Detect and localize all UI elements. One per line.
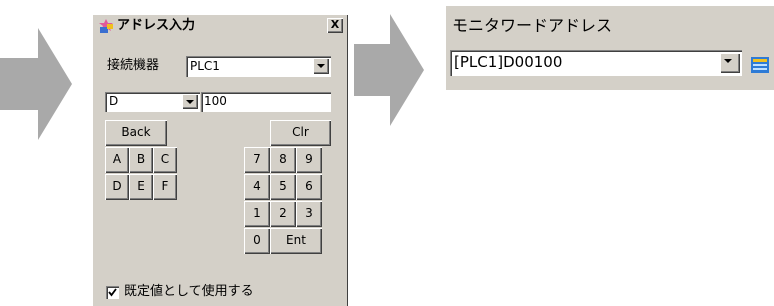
device-label: 接続機器 [107,58,160,73]
app-icon [99,19,113,33]
right-arrow-icon [354,14,424,126]
key-4[interactable]: 4 [244,174,270,200]
key-3[interactable]: 3 [296,201,322,227]
key-b[interactable]: B [129,147,153,173]
address-value-text: 100 [204,94,227,108]
key-7[interactable]: 7 [244,147,270,173]
checkmark-icon [108,288,117,297]
monitor-icon [748,53,772,77]
close-button[interactable]: X [327,18,343,33]
address-input-dialog: アドレス入力 X 接続機器 PLC1 D 100 Back Clr A B C … [92,14,348,306]
address-type-select[interactable]: D [105,92,200,112]
address-type-value: D [109,94,119,108]
right-arrow-icon [0,28,72,140]
clear-key[interactable]: Clr [270,120,331,146]
default-checkbox-label: 既定値として使用する [124,284,254,299]
device-select[interactable]: PLC1 [186,56,331,77]
default-checkbox[interactable] [106,286,119,299]
chevron-down-icon[interactable] [313,58,329,74]
chevron-down-icon[interactable] [720,53,740,73]
key-a[interactable]: A [105,147,129,173]
monitor-address-value: [PLC1]D00100 [454,53,563,71]
key-0[interactable]: 0 [244,228,270,254]
key-f[interactable]: F [153,174,177,200]
device-value: PLC1 [190,59,220,73]
monitor-address-panel: モニタワードアドレス [PLC1]D00100 [446,6,774,90]
address-value-input[interactable]: 100 [201,92,331,112]
dialog-title: アドレス入力 [117,18,196,33]
key-2[interactable]: 2 [270,201,296,227]
key-d[interactable]: D [105,174,129,200]
key-5[interactable]: 5 [270,174,296,200]
monitor-address-select[interactable]: [PLC1]D00100 [450,50,742,76]
chevron-down-icon[interactable] [182,94,198,109]
key-1[interactable]: 1 [244,201,270,227]
back-key[interactable]: Back [105,120,167,146]
monitor-button[interactable] [746,51,774,79]
key-e[interactable]: E [129,174,153,200]
enter-key[interactable]: Ent [270,228,322,254]
key-c[interactable]: C [153,147,177,173]
key-6[interactable]: 6 [296,174,322,200]
key-9[interactable]: 9 [296,147,322,173]
key-8[interactable]: 8 [270,147,296,173]
close-icon: X [330,18,340,31]
monitor-address-label: モニタワードアドレス [452,16,613,35]
title-bar: アドレス入力 X [95,17,345,35]
